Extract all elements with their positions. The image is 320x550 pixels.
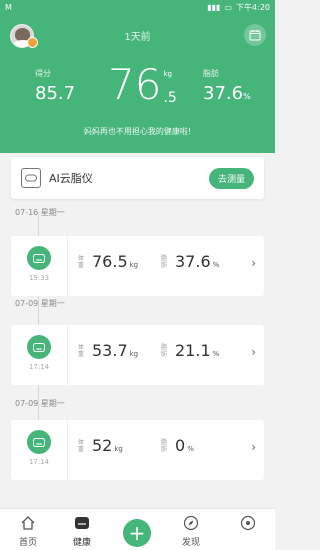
score-value: 85.7 (35, 83, 76, 104)
score-stat: 得分 85.7 (35, 68, 75, 104)
scale-icon (62, 513, 102, 533)
fat-label: 脂肪 (203, 69, 219, 78)
record-time: 17:14 (28, 458, 50, 466)
weight-unit: kg (163, 70, 172, 78)
status-time: 下午4:20 (236, 2, 270, 12)
weight-value: 52 (92, 436, 113, 455)
record-date: 07-09 星期一 (15, 299, 65, 308)
fat-unit: % (212, 261, 220, 269)
fat-stat: 脂肪 37.6% (203, 68, 251, 104)
carrier-label: M (5, 2, 12, 12)
record-weight: 体重 52 kg (78, 436, 123, 455)
fat-unit: % (187, 445, 194, 453)
signal-icon: ▮▮▮ (207, 2, 221, 12)
add-record-button[interactable]: + (123, 519, 151, 547)
record-fat: 脂肪 21.1 % (161, 341, 219, 360)
record-time: 17:14 (28, 363, 50, 371)
home-icon (8, 513, 48, 533)
weight-decimal: .5 (163, 90, 177, 106)
weight-integer: 76 (108, 60, 162, 109)
record-fat: 脂肪 0 % (161, 436, 194, 455)
calendar-icon (249, 30, 261, 41)
record-weight: 体重 76.5 kg (78, 252, 138, 271)
fat-label: 脂肪 (161, 343, 168, 358)
record-item[interactable]: 19:33 体重 76.5 kg 脂肪 37.6 % › (11, 236, 264, 296)
record-date: 07-09 星期一 (15, 399, 65, 408)
weight-label: 体重 (78, 438, 85, 453)
weight-label: 体重 (78, 254, 85, 269)
summary-header: 1天前 得分 85.7 76 kg .5 脂肪 37.6% 妈妈再也不用担心我的… (0, 14, 275, 153)
chevron-right-icon: › (251, 345, 256, 359)
fat-value: 37.6 (175, 252, 211, 271)
weight-unit: kg (114, 445, 123, 453)
record-weight: 体重 53.7 kg (78, 341, 138, 360)
chevron-right-icon: › (251, 440, 256, 454)
plus-icon: + (128, 521, 146, 545)
record-time: 19:33 (28, 274, 50, 282)
scale-icon (21, 168, 41, 188)
device-name: AI云脂仪 (49, 172, 93, 185)
weight-value: 53.7 (92, 341, 128, 360)
profile-icon (228, 513, 268, 533)
weight-unit: kg (129, 350, 139, 358)
scale-icon (27, 335, 51, 359)
calendar-button[interactable] (244, 24, 266, 46)
nav-health[interactable]: 健康 (62, 513, 102, 548)
fat-value: 21.1 (175, 341, 211, 360)
chevron-right-icon: › (251, 256, 256, 270)
fat-label: 脂肪 (161, 254, 168, 269)
device-card[interactable]: AI云脂仪 去测量 (11, 157, 264, 199)
record-item[interactable]: 17:14 体重 53.7 kg 脂肪 21.1 % › (11, 325, 264, 385)
fat-label: 脂肪 (161, 438, 168, 453)
nav-health-label: 健康 (72, 538, 91, 548)
nav-discover[interactable]: 发现 (171, 513, 211, 548)
bottom-nav: 首页 健康 + 发现 (0, 508, 275, 550)
score-label: 得分 (35, 69, 51, 78)
fat-value: 0 (175, 436, 186, 455)
status-bar: M ▮▮▮ ▭ 下午4:20 (0, 0, 275, 14)
battery-icon: ▭ (224, 2, 233, 12)
scale-icon (27, 246, 51, 270)
record-fat: 脂肪 37.6 % (161, 252, 219, 271)
fat-value-wrap: 37.6% (203, 83, 251, 104)
record-date: 07-16 星期一 (15, 208, 65, 217)
slogan: 妈妈再也不用担心我的健康啦! (83, 127, 192, 136)
fat-value: 37.6 (203, 83, 244, 104)
status-icons: ▮▮▮ ▭ 下午4:20 (207, 2, 270, 13)
compass-icon (171, 513, 211, 533)
last-measure-time: 1天前 (124, 32, 151, 43)
weight-value: 76.5 (92, 252, 128, 271)
weight-label: 体重 (78, 343, 85, 358)
weight-stat: 76 kg .5 (108, 60, 177, 109)
nav-profile[interactable] (228, 513, 268, 533)
scale-icon (27, 430, 51, 454)
nav-discover-label: 发现 (181, 538, 200, 548)
record-item[interactable]: 17:14 体重 52 kg 脂肪 0 % › (11, 420, 264, 480)
nav-home-label: 首页 (18, 538, 37, 548)
fat-unit: % (243, 92, 251, 101)
weight-unit: kg (129, 261, 139, 269)
measure-button[interactable]: 去测量 (208, 167, 254, 189)
nav-home[interactable]: 首页 (8, 513, 48, 548)
fat-unit: % (212, 350, 220, 358)
